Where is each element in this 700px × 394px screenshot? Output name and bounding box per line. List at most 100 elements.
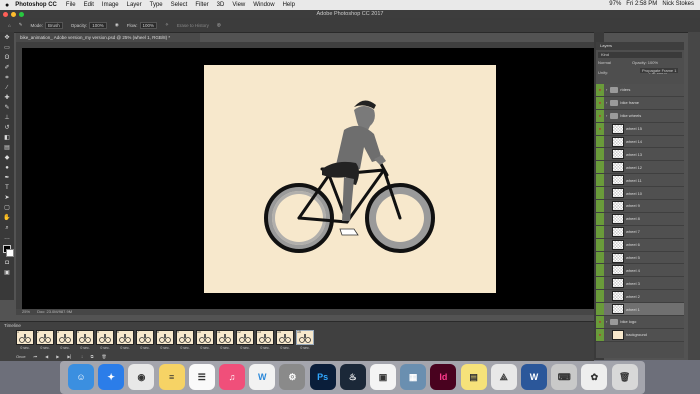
hand-tool-icon[interactable]: ✋ <box>3 215 11 222</box>
word-icon[interactable]: W <box>521 364 547 390</box>
more-tools-icon[interactable]: … <box>3 235 11 242</box>
timeline-frame[interactable]: 12 0 sec. <box>236 330 254 353</box>
menu-help[interactable]: Help <box>283 2 295 8</box>
layer-row[interactable]: ● background <box>596 328 684 342</box>
visibility-eye-icon[interactable]: ● <box>596 84 604 96</box>
visibility-eye-icon[interactable]: ● <box>596 316 604 328</box>
flow-input[interactable]: 100% <box>139 21 158 29</box>
timeline-frame[interactable]: 6 0 sec. <box>116 330 134 353</box>
canvas-area[interactable] <box>22 48 594 310</box>
screen-mode-icon[interactable]: ▣ <box>3 270 11 277</box>
expand-arrow-icon[interactable]: › <box>606 113 607 118</box>
apple-menu-icon[interactable]: ● <box>5 2 9 9</box>
menu-3d[interactable]: 3D <box>217 2 225 8</box>
timeline-frame[interactable]: 9 0 sec. <box>176 330 194 353</box>
timeline-title[interactable]: Timeline <box>4 323 21 328</box>
move-tool-icon[interactable]: ✥ <box>3 35 11 42</box>
visibility-eye-icon[interactable] <box>596 264 604 277</box>
frame-duration[interactable]: 0 sec. <box>36 346 54 350</box>
expand-arrow-icon[interactable]: › <box>606 100 607 105</box>
acrobat-icon[interactable]: ⟁ <box>490 364 517 390</box>
layer-row[interactable]: wheel 10 <box>596 187 684 201</box>
layer-row[interactable]: wheel 12 <box>596 161 684 175</box>
keyboard-icon[interactable]: ⌨ <box>551 364 578 390</box>
frame-duration[interactable]: 0 sec. <box>136 346 154 350</box>
layer-row[interactable]: wheel 1 <box>596 303 684 317</box>
layer-opacity[interactable]: Opacity: 100% <box>632 60 658 65</box>
frame-duration[interactable]: 0 sec. <box>216 346 234 350</box>
timeline-frame[interactable]: 1 0 sec. <box>16 330 34 353</box>
shape-tool-icon[interactable]: ▢ <box>3 205 11 212</box>
timeline-frame[interactable]: 14 0 sec. <box>276 330 294 353</box>
expand-arrow-icon[interactable]: › <box>606 319 607 324</box>
app-menu[interactable]: Photoshop CC <box>15 2 57 8</box>
menu-window[interactable]: Window <box>253 2 274 8</box>
play-icon[interactable]: ▶ <box>56 354 59 359</box>
quick-select-tool-icon[interactable]: ✐ <box>3 65 11 72</box>
mode-select[interactable]: Brush <box>45 21 63 29</box>
frame-duration[interactable]: 0 sec. <box>176 346 194 350</box>
visibility-eye-icon[interactable] <box>596 290 604 303</box>
frame-duration[interactable]: 0 sec. <box>96 346 114 350</box>
color-swatches-icon[interactable] <box>3 245 14 257</box>
visibility-eye-icon[interactable] <box>596 148 604 161</box>
frame-duration[interactable]: 0 sec. <box>156 346 174 350</box>
preview-icon[interactable]: ▦ <box>400 364 427 390</box>
visibility-eye-icon[interactable] <box>596 212 604 225</box>
layer-row[interactable]: wheel 2 <box>596 290 684 304</box>
first-frame-icon[interactable]: ⏮ <box>34 354 38 359</box>
menu-file[interactable]: File <box>66 2 76 8</box>
finder-icon[interactable]: ☺ <box>68 364 94 390</box>
timeline-frame[interactable]: 10 0 sec. <box>196 330 214 353</box>
layer-row[interactable]: wheel 9 <box>596 200 684 213</box>
timeline-frame[interactable]: 5 0 sec. <box>96 330 114 353</box>
timeline-frame[interactable]: 3 0 sec. <box>56 330 74 353</box>
tween-icon[interactable]: ⁞ <box>81 354 82 359</box>
visibility-eye-icon[interactable] <box>596 251 604 264</box>
indesign-icon[interactable]: Id <box>430 364 457 390</box>
home-icon[interactable]: ⌂ <box>8 23 11 28</box>
notes-icon[interactable]: ≡ <box>158 364 185 390</box>
layer-row[interactable]: wheel 8 <box>596 212 684 226</box>
loop-select[interactable]: Once <box>16 354 26 359</box>
visibility-eye-icon[interactable] <box>596 187 604 200</box>
visibility-eye-icon[interactable]: ● <box>596 109 604 122</box>
clock[interactable]: Fri 2:58 PM <box>626 1 657 7</box>
prev-frame-icon[interactable]: ◀ <box>45 354 48 359</box>
document-tab[interactable]: bike_animation_ Adobe version_my version… <box>16 33 200 42</box>
path-select-tool-icon[interactable]: ➤ <box>3 195 11 202</box>
dodge-tool-icon[interactable]: ● <box>3 165 11 172</box>
frame-duration[interactable]: 0 sec. <box>16 346 34 350</box>
history-brush-tool-icon[interactable]: ↺ <box>3 125 11 132</box>
layer-row[interactable]: wheel 4 <box>596 264 684 278</box>
frame-duration[interactable]: 0 sec. <box>296 346 314 350</box>
timeline-frame[interactable]: 4 0 sec. <box>76 330 94 353</box>
gradient-tool-icon[interactable]: ▤ <box>3 145 11 152</box>
messenger-icon[interactable]: ▣ <box>370 364 396 390</box>
duplicate-frame-icon[interactable]: ⧉ <box>91 354 94 359</box>
doc-size[interactable]: Doc: 23.0M/987.9M <box>37 309 72 314</box>
erase-to-history-checkbox[interactable]: Erase to History <box>177 23 209 28</box>
photoshop-icon[interactable]: Ps <box>309 364 336 390</box>
brush-tool-icon[interactable]: ✎ <box>3 105 11 112</box>
visibility-eye-icon[interactable] <box>596 135 604 148</box>
chrome-icon[interactable]: ◉ <box>128 364 155 390</box>
menu-view[interactable]: View <box>232 2 245 8</box>
menu-image[interactable]: Image <box>102 2 119 8</box>
layer-row[interactable]: wheel 7 <box>596 225 684 239</box>
visibility-eye-icon[interactable]: ● <box>596 96 604 109</box>
trash-icon[interactable]: 🗑 <box>611 364 638 390</box>
visibility-eye-icon[interactable] <box>596 303 604 316</box>
visibility-eye-icon[interactable] <box>596 277 604 290</box>
layer-row[interactable]: ● › riders <box>596 84 684 97</box>
visibility-eye-icon[interactable]: ● <box>596 122 604 135</box>
artboard[interactable] <box>204 65 496 293</box>
visibility-eye-icon[interactable] <box>596 161 604 174</box>
visibility-eye-icon[interactable] <box>596 174 604 187</box>
layer-row[interactable]: ● wheel 15 <box>596 122 684 136</box>
propagate-frame-checkbox[interactable]: Propagate Frame 1 <box>640 68 679 73</box>
timeline-frame[interactable]: 8 0 sec. <box>156 330 174 353</box>
photos-icon[interactable]: ✿ <box>581 364 608 390</box>
eraser-tool-icon[interactable]: ◧ <box>3 135 11 142</box>
airbrush-icon[interactable]: ✧ <box>165 22 169 28</box>
